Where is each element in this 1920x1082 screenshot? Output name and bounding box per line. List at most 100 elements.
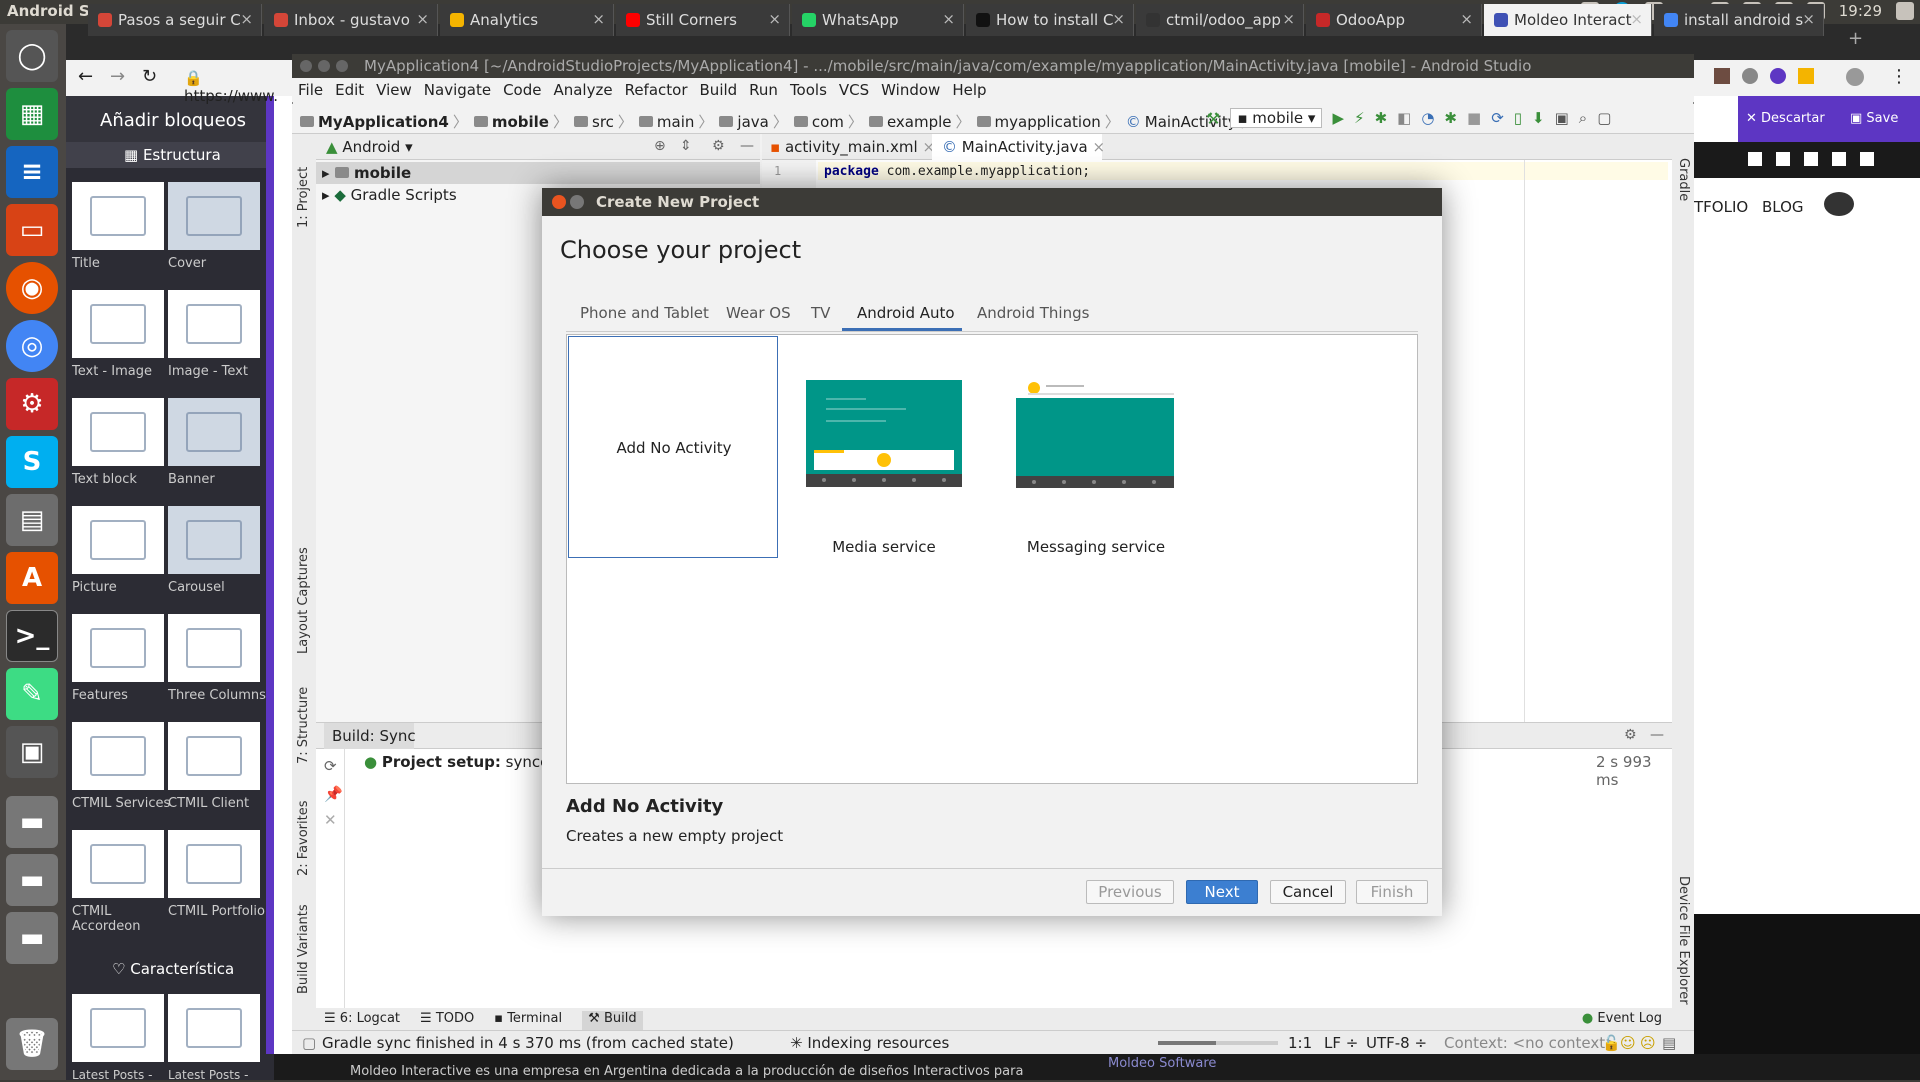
editor-tab-main-activity[interactable]: © MainActivity.java ×: [942, 138, 1105, 156]
tool-terminal[interactable]: ▪ Terminal: [494, 1011, 562, 1030]
window-maximize-icon[interactable]: [336, 60, 348, 72]
snippet-block[interactable]: [168, 290, 260, 358]
snippet-block[interactable]: [72, 506, 164, 574]
terminal-icon[interactable]: >_: [6, 610, 58, 662]
youtube-icon[interactable]: [1804, 152, 1818, 166]
browser-tab[interactable]: WhatsApp ×: [792, 4, 964, 36]
menu-tools[interactable]: Tools: [790, 81, 827, 102]
nav-portfolio[interactable]: TFOLIO: [1694, 198, 1748, 216]
previous-button[interactable]: Previous: [1086, 880, 1174, 904]
editor-tab-activity-main[interactable]: ▪ activity_main.xml ×: [770, 138, 935, 156]
drive-icon[interactable]: ▬: [6, 796, 58, 848]
attach-debugger-icon[interactable]: ✱: [1444, 109, 1457, 127]
workspace-icon[interactable]: ▣: [6, 726, 58, 778]
status-toggle-icon[interactable]: ▢: [302, 1034, 316, 1052]
tool-structure[interactable]: 7: Structure: [296, 680, 311, 764]
drive-icon-2[interactable]: ▬: [6, 854, 58, 906]
window-minimize-icon[interactable]: [318, 60, 330, 72]
breadcrumb-item[interactable]: myapplication 〉: [976, 110, 1120, 133]
dash-icon[interactable]: ◯: [6, 30, 58, 82]
settings-icon[interactable]: [1896, 2, 1914, 20]
browser-tab[interactable]: Moldeo Interact ×: [1484, 4, 1652, 36]
writer-icon[interactable]: ≡: [6, 146, 58, 198]
line-separator[interactable]: LF ÷: [1324, 1034, 1358, 1052]
tab-tv[interactable]: TV: [811, 304, 830, 322]
file-encoding[interactable]: UTF-8 ÷: [1366, 1034, 1427, 1052]
breadcrumb-item[interactable]: com 〉: [793, 110, 863, 133]
close-build-icon[interactable]: ✕: [324, 811, 337, 829]
next-button[interactable]: Next: [1186, 880, 1258, 904]
event-log[interactable]: ● Event Log: [1582, 1011, 1662, 1026]
run-icon[interactable]: ▶: [1332, 109, 1344, 127]
menu-edit[interactable]: Edit: [335, 81, 364, 102]
template-messaging-service[interactable]: [1016, 380, 1174, 488]
locate-icon[interactable]: ⊕: [654, 138, 666, 154]
trash-icon[interactable]: 🗑: [6, 1018, 58, 1070]
menu-analyze[interactable]: Analyze: [553, 81, 612, 102]
snippet-block[interactable]: [168, 994, 260, 1062]
menu-build[interactable]: Build: [700, 81, 738, 102]
dialog-minimize-icon[interactable]: [570, 195, 584, 209]
extension-icon-3[interactable]: [1770, 68, 1786, 84]
android-studio-icon[interactable]: ✎: [6, 668, 58, 720]
sad-icon[interactable]: ☹: [1640, 1034, 1656, 1052]
sync-gradle-icon[interactable]: ⟳: [1491, 109, 1504, 127]
memory-icon[interactable]: ▤: [1662, 1034, 1676, 1052]
tab-close-icon[interactable]: ×: [416, 10, 429, 28]
drive-icon-3[interactable]: ▬: [6, 912, 58, 964]
snippet-block[interactable]: [72, 290, 164, 358]
tool-project[interactable]: 1: Project: [296, 144, 311, 228]
profile-app-icon[interactable]: ◔: [1421, 109, 1434, 127]
snippet-block[interactable]: [72, 994, 164, 1062]
extension-icon-2[interactable]: [1742, 68, 1758, 84]
tab-android-things[interactable]: Android Things: [977, 304, 1089, 322]
hide-pane-icon[interactable]: —: [740, 138, 754, 154]
snippet-block[interactable]: [168, 722, 260, 790]
snippet-block[interactable]: [168, 614, 260, 682]
menu-run[interactable]: Run: [749, 81, 778, 102]
happy-icon[interactable]: ☺: [1620, 1034, 1636, 1052]
reload-icon[interactable]: ↻: [142, 66, 157, 87]
files-icon[interactable]: ▤: [6, 494, 58, 546]
github-icon[interactable]: [1832, 152, 1846, 166]
coverage-icon[interactable]: ◧: [1397, 109, 1411, 127]
project-structure-icon[interactable]: ▣: [1555, 109, 1569, 127]
impress-icon[interactable]: ▭: [6, 204, 58, 256]
tab-wear-os[interactable]: Wear OS: [726, 304, 791, 322]
software-center-icon[interactable]: A: [6, 552, 58, 604]
finish-button[interactable]: Finish: [1356, 880, 1428, 904]
save-button[interactable]: ▣ Save: [1850, 111, 1898, 126]
run-config-select[interactable]: ▪ mobile ▾: [1230, 108, 1323, 128]
build-hide-icon[interactable]: —: [1650, 727, 1664, 743]
tool-layout-captures[interactable]: Layout Captures: [296, 544, 311, 654]
firefox-icon[interactable]: ◉: [6, 262, 58, 314]
menu-view[interactable]: View: [376, 81, 412, 102]
tab-close-icon[interactable]: ×: [942, 10, 955, 28]
snippet-block[interactable]: [72, 830, 164, 898]
browser-tab[interactable]: Still Corners ×: [616, 4, 790, 36]
menu-vcs[interactable]: VCS: [839, 81, 869, 102]
window-close-icon[interactable]: [300, 60, 312, 72]
forward-icon[interactable]: →: [110, 66, 125, 87]
dialog-close-icon[interactable]: [552, 195, 566, 209]
discard-button[interactable]: ✕ Descartar: [1746, 111, 1825, 126]
browser-tab[interactable]: Analytics ×: [440, 4, 614, 36]
breadcrumb-item[interactable]: java 〉: [719, 110, 788, 133]
tab-phone-tablet[interactable]: Phone and Tablet: [580, 304, 709, 322]
address-bar[interactable]: 🔒 https://www.: [184, 69, 292, 105]
browser-tab[interactable]: ctmil/odoo_app ×: [1136, 4, 1304, 36]
breadcrumb-item[interactable]: example 〉: [868, 110, 971, 133]
context-indicator[interactable]: Context: <no context>: [1444, 1034, 1618, 1052]
apply-changes-icon[interactable]: ⚡: [1354, 109, 1365, 127]
sdk-manager-icon[interactable]: ⬇: [1532, 109, 1545, 127]
snippet-block[interactable]: [168, 506, 260, 574]
cancel-button[interactable]: Cancel: [1270, 880, 1346, 904]
avatar[interactable]: [1824, 192, 1854, 216]
facebook-icon[interactable]: [1748, 152, 1762, 166]
tab-close-icon[interactable]: ×: [1460, 10, 1473, 28]
menu-navigate[interactable]: Navigate: [424, 81, 491, 102]
tool-todo[interactable]: ☰ TODO: [420, 1011, 474, 1030]
nav-blog[interactable]: BLOG: [1762, 198, 1804, 216]
tab-android-auto[interactable]: Android Auto: [857, 304, 955, 322]
tab-close-icon[interactable]: ×: [1282, 10, 1295, 28]
